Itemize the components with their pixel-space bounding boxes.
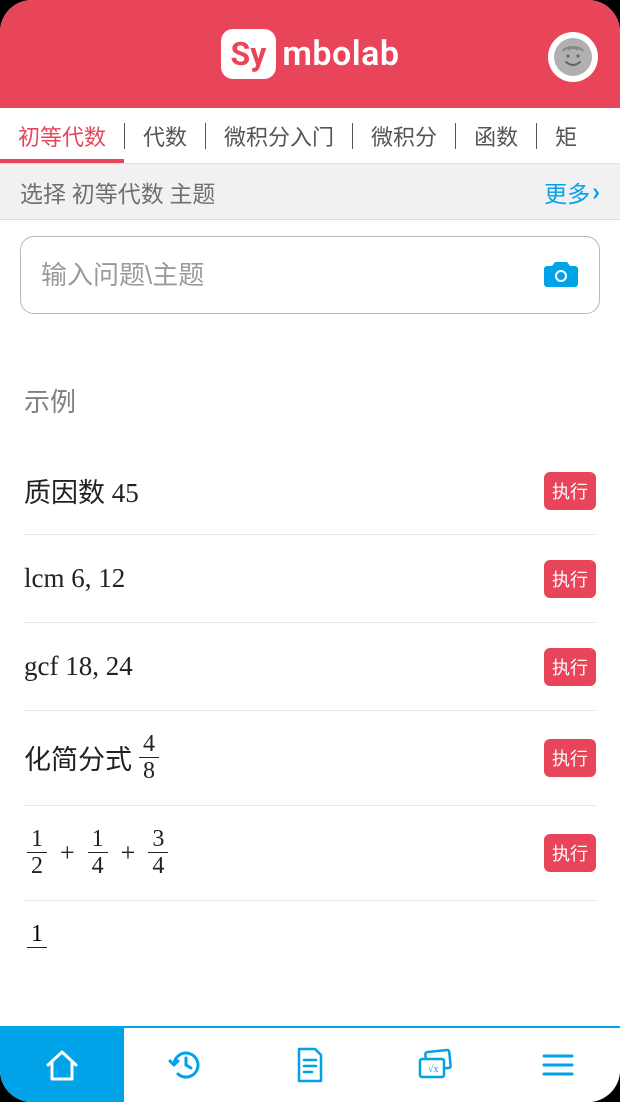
numerator: 1 bbox=[27, 826, 47, 853]
denominator bbox=[30, 948, 44, 974]
tab-label: 函数 bbox=[474, 120, 518, 152]
nav-document[interactable] bbox=[248, 1028, 372, 1102]
logo-box: Sy bbox=[221, 29, 277, 79]
history-icon bbox=[167, 1046, 205, 1084]
example-text: 质因数 45 bbox=[24, 471, 139, 510]
category-tabs: 初等代数 代数 微积分入门 微积分 函数 矩 bbox=[0, 108, 620, 164]
tab-label: 矩 bbox=[555, 120, 577, 152]
denominator: 4 bbox=[148, 853, 168, 879]
execute-button[interactable]: 执行 bbox=[544, 739, 596, 777]
example-row-partial: 1 bbox=[24, 901, 596, 975]
tab-label: 代数 bbox=[143, 120, 187, 152]
numerator: 1 bbox=[88, 826, 108, 853]
example-row: 12 + 14 + 34 执行 bbox=[24, 806, 596, 901]
denominator: 4 bbox=[88, 853, 108, 879]
avatar-button[interactable] bbox=[548, 32, 598, 82]
camera-icon[interactable] bbox=[543, 258, 579, 292]
execute-button[interactable]: 执行 bbox=[544, 648, 596, 686]
avatar-icon bbox=[554, 38, 592, 76]
tab-calculus[interactable]: 微积分 bbox=[353, 108, 455, 163]
chevron-right-icon: › bbox=[592, 177, 600, 207]
denominator: 2 bbox=[27, 853, 47, 879]
example-text: lcm 6, 12 bbox=[24, 563, 125, 594]
search-box[interactable] bbox=[20, 236, 600, 314]
tab-label: 微积分入门 bbox=[224, 120, 334, 152]
fraction: 1 bbox=[27, 921, 47, 975]
search-input[interactable] bbox=[41, 260, 543, 291]
numerator: 3 bbox=[148, 826, 168, 853]
tab-functions[interactable]: 函数 bbox=[456, 108, 536, 163]
document-icon bbox=[293, 1045, 327, 1085]
examples-header: 示例 bbox=[24, 382, 596, 419]
svg-text:√x: √x bbox=[428, 1064, 439, 1075]
tab-label: 初等代数 bbox=[18, 120, 106, 152]
execute-button[interactable]: 执行 bbox=[544, 834, 596, 872]
examples-content: 示例 质因数 45 执行 lcm 6, 12 执行 gcf 18, 24 执行 … bbox=[0, 332, 620, 1026]
example-row: 化简分式 4 8 执行 bbox=[24, 711, 596, 806]
nav-home[interactable] bbox=[0, 1028, 124, 1102]
nav-history[interactable] bbox=[124, 1028, 248, 1102]
example-text: gcf 18, 24 bbox=[24, 651, 133, 682]
fraction: 14 bbox=[88, 826, 108, 880]
nav-menu[interactable] bbox=[496, 1028, 620, 1102]
example-text: 化简分式 4 8 bbox=[24, 731, 162, 785]
more-link[interactable]: 更多 › bbox=[544, 175, 600, 209]
logo: Sy mbolab bbox=[221, 29, 400, 79]
tab-algebra[interactable]: 代数 bbox=[125, 108, 205, 163]
execute-button[interactable]: 执行 bbox=[544, 560, 596, 598]
example-row: 质因数 45 执行 bbox=[24, 447, 596, 535]
example-row: gcf 18, 24 执行 bbox=[24, 623, 596, 711]
nav-cards[interactable]: √x bbox=[372, 1028, 496, 1102]
app-header: Sy mbolab bbox=[0, 0, 620, 108]
numerator: 4 bbox=[139, 731, 159, 758]
tab-matrix[interactable]: 矩 bbox=[537, 108, 595, 163]
tab-precalculus[interactable]: 微积分入门 bbox=[206, 108, 352, 163]
example-text: 12 + 14 + 34 bbox=[24, 826, 171, 880]
menu-icon bbox=[540, 1051, 576, 1079]
fraction: 34 bbox=[148, 826, 168, 880]
tab-label: 微积分 bbox=[371, 120, 437, 152]
search-area bbox=[0, 220, 620, 332]
execute-button[interactable]: 执行 bbox=[544, 472, 596, 510]
example-prefix: 化简分式 bbox=[24, 738, 132, 777]
more-label: 更多 bbox=[544, 175, 590, 209]
denominator: 8 bbox=[139, 758, 159, 784]
plus-icon: + bbox=[121, 838, 136, 868]
example-row: lcm 6, 12 执行 bbox=[24, 535, 596, 623]
topic-bar: 选择 初等代数 主题 更多 › bbox=[0, 164, 620, 220]
fraction: 12 bbox=[27, 826, 47, 880]
numerator: 1 bbox=[27, 921, 47, 948]
fraction: 4 8 bbox=[139, 731, 159, 785]
bottom-nav: √x bbox=[0, 1026, 620, 1102]
topic-title: 选择 初等代数 主题 bbox=[20, 175, 215, 209]
tab-elementary-algebra[interactable]: 初等代数 bbox=[0, 108, 124, 163]
plus-icon: + bbox=[60, 838, 75, 868]
cards-icon: √x bbox=[412, 1047, 456, 1083]
logo-text: mbolab bbox=[282, 34, 399, 74]
home-icon bbox=[42, 1045, 82, 1085]
